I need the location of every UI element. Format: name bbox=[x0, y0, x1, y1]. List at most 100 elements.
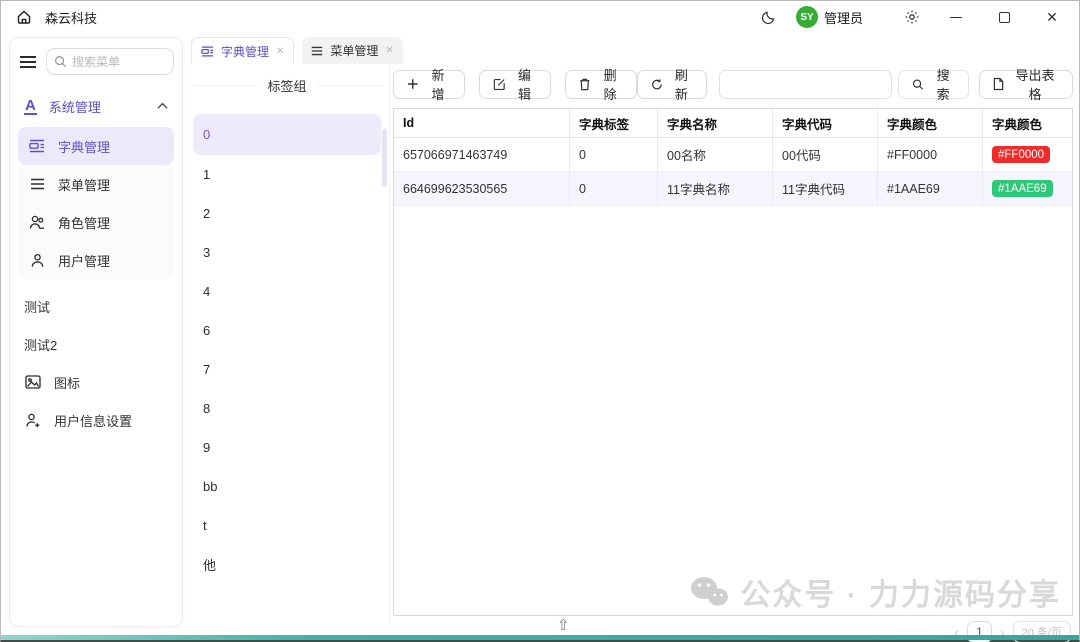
sidebar-item-test[interactable]: 测试 bbox=[18, 287, 174, 325]
group-label: 系统管理 bbox=[49, 97, 101, 116]
tag-item[interactable]: 1 bbox=[193, 155, 381, 194]
refresh-button[interactable]: 刷新 bbox=[637, 70, 708, 99]
sidebar-item-label: 用户信息设置 bbox=[54, 411, 132, 430]
tabbar: 字典管理 ✕ 菜单管理 ✕ bbox=[191, 37, 403, 64]
tab-label: 字典管理 bbox=[221, 43, 269, 60]
panel-scrollbar[interactable] bbox=[382, 129, 387, 187]
tag-group-panel: 标签组 0 1 2 3 4 6 7 8 9 bb t 他 bbox=[187, 64, 387, 629]
sidebar-search[interactable] bbox=[46, 48, 174, 75]
group-a-icon: A bbox=[24, 98, 37, 115]
tab-close-icon[interactable]: ✕ bbox=[276, 46, 284, 57]
menu-lines-icon bbox=[311, 46, 323, 56]
table-row[interactable]: 657066971463749 0 00名称 00代码 #FF0000 #FF0… bbox=[394, 138, 1072, 172]
tag-item[interactable]: 0 bbox=[193, 114, 381, 155]
color-badge: #1AAE69 bbox=[992, 180, 1053, 197]
tag-item[interactable]: 2 bbox=[193, 194, 381, 233]
minimize-button[interactable] bbox=[939, 4, 973, 30]
sidebar-item-label: 用户管理 bbox=[58, 251, 110, 270]
sidebar-item-label: 字典管理 bbox=[58, 137, 110, 156]
roles-people-icon bbox=[28, 215, 46, 230]
sidebar: A 系统管理 字典管理 菜单管理 bbox=[9, 37, 183, 627]
sidebar-search-input[interactable] bbox=[72, 55, 158, 69]
dictionary-icon bbox=[201, 46, 214, 57]
search-icon bbox=[54, 55, 67, 68]
tag-list: 0 1 2 3 4 6 7 8 9 bb t 他 bbox=[187, 114, 387, 584]
tag-item[interactable]: 8 bbox=[193, 389, 381, 428]
sidebar-item-user-mgmt[interactable]: 用户管理 bbox=[18, 241, 174, 279]
maximize-button[interactable] bbox=[987, 4, 1021, 30]
minimize-icon bbox=[950, 17, 962, 18]
sidebar-item-menu-mgmt[interactable]: 菜单管理 bbox=[18, 165, 174, 203]
sidebar-item-role-mgmt[interactable]: 角色管理 bbox=[18, 203, 174, 241]
search-icon bbox=[912, 78, 924, 91]
tag-item[interactable]: bb bbox=[193, 467, 381, 506]
close-button[interactable]: ✕ bbox=[1035, 4, 1069, 30]
column-header[interactable]: 字典名称 bbox=[658, 109, 773, 137]
sidebar-item-dict-mgmt[interactable]: 字典管理 bbox=[18, 127, 174, 165]
sidebar-item-label: 测试2 bbox=[24, 335, 57, 354]
tag-group-header: 标签组 bbox=[187, 70, 387, 100]
tag-item[interactable]: 3 bbox=[193, 233, 381, 272]
image-icon bbox=[24, 375, 42, 389]
plus-icon bbox=[407, 78, 419, 90]
trash-icon bbox=[579, 78, 591, 91]
add-button[interactable]: 新增 bbox=[393, 70, 465, 99]
table-header: Id 字典标签 字典名称 字典代码 字典颜色 字典颜色 bbox=[394, 109, 1072, 138]
settings-gear-icon[interactable] bbox=[899, 4, 925, 30]
menu-lines-icon bbox=[28, 178, 46, 190]
user-icon bbox=[28, 253, 46, 268]
tag-item[interactable]: 7 bbox=[193, 350, 381, 389]
tag-group-title: 标签组 bbox=[258, 76, 317, 95]
sidebar-item-test2[interactable]: 测试2 bbox=[18, 325, 174, 363]
tag-item[interactable]: 9 bbox=[193, 428, 381, 467]
sidebar-item-label: 菜单管理 bbox=[58, 175, 110, 194]
sidebar-item-icons[interactable]: 图标 bbox=[18, 363, 174, 401]
table-search-input[interactable] bbox=[719, 70, 892, 99]
tag-item[interactable]: 4 bbox=[193, 272, 381, 311]
refresh-icon bbox=[651, 78, 663, 91]
home-icon[interactable] bbox=[11, 4, 37, 30]
bottom-accent-strip bbox=[1, 635, 1079, 640]
panel-divider bbox=[389, 64, 390, 624]
edit-button[interactable]: 编辑 bbox=[479, 70, 552, 99]
table-row[interactable]: 664699623530565 0 11字典名称 11字典代码 #1AAE69 … bbox=[394, 172, 1072, 206]
color-badge: #FF0000 bbox=[992, 146, 1050, 163]
edit-icon bbox=[493, 78, 506, 91]
tag-item[interactable]: 他 bbox=[193, 545, 381, 584]
dictionary-icon bbox=[28, 139, 46, 153]
chevron-up-icon bbox=[157, 102, 168, 110]
dictionary-table: Id 字典标签 字典名称 字典代码 字典颜色 字典颜色 657066971463… bbox=[393, 108, 1073, 616]
tab-close-icon[interactable]: ✕ bbox=[385, 45, 393, 56]
column-header[interactable]: 字典代码 bbox=[773, 109, 878, 137]
tab-dict-mgmt[interactable]: 字典管理 ✕ bbox=[191, 37, 294, 64]
column-header[interactable]: 字典颜色 bbox=[878, 109, 983, 137]
sidebar-group-system[interactable]: A 系统管理 bbox=[18, 89, 174, 123]
main-content: 新增 编辑 删除 刷新 搜索 bbox=[393, 64, 1073, 636]
dark-mode-moon-icon[interactable] bbox=[756, 4, 782, 30]
column-header[interactable]: 字典颜色 bbox=[983, 109, 1072, 137]
collapse-menu-icon[interactable] bbox=[18, 52, 38, 72]
user-settings-icon bbox=[24, 413, 42, 428]
avatar: SY bbox=[796, 6, 818, 28]
app-window: 森云科技 SY 管理员 ✕ A 系 bbox=[0, 0, 1080, 642]
sidebar-item-user-info-settings[interactable]: 用户信息设置 bbox=[18, 401, 174, 439]
maximize-icon bbox=[999, 12, 1010, 23]
tag-item[interactable]: t bbox=[193, 506, 381, 545]
tag-item[interactable]: 6 bbox=[193, 311, 381, 350]
delete-button[interactable]: 删除 bbox=[565, 70, 637, 99]
export-button[interactable]: 导出表格 bbox=[979, 70, 1073, 99]
cursor-up-arrow-icon: ⇧ bbox=[557, 616, 570, 634]
titlebar: 森云科技 SY 管理员 ✕ bbox=[1, 1, 1079, 33]
toolbar: 新增 编辑 删除 刷新 搜索 bbox=[393, 64, 1073, 104]
tab-menu-mgmt[interactable]: 菜单管理 ✕ bbox=[302, 37, 402, 64]
column-header[interactable]: Id bbox=[394, 109, 570, 137]
tab-label: 菜单管理 bbox=[330, 42, 378, 59]
document-icon bbox=[993, 77, 1004, 91]
sidebar-item-label: 图标 bbox=[54, 373, 80, 392]
close-icon: ✕ bbox=[1046, 9, 1058, 26]
search-button[interactable]: 搜索 bbox=[898, 70, 969, 99]
sidebar-item-label: 角色管理 bbox=[58, 213, 110, 232]
user-name: 管理员 bbox=[824, 8, 863, 27]
user-menu[interactable]: SY 管理员 bbox=[796, 6, 863, 28]
column-header[interactable]: 字典标签 bbox=[570, 109, 658, 137]
